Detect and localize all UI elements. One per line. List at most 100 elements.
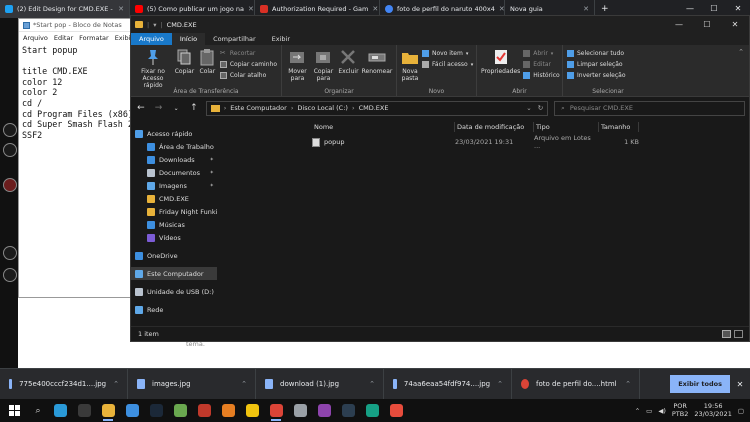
minimize-button[interactable]: —: [665, 16, 693, 33]
delete-button[interactable]: Excluir: [338, 48, 359, 75]
taskbar-app[interactable]: [216, 399, 240, 422]
tab-compartilhar[interactable]: Compartilhar: [205, 33, 264, 45]
taskbar-app[interactable]: [72, 399, 96, 422]
clear-selection-button[interactable]: Limpar seleção: [567, 60, 626, 69]
chevron-up-icon[interactable]: ⌃: [733, 45, 749, 96]
invert-selection-button[interactable]: Inverter seleção: [567, 71, 626, 80]
chevron-up-icon[interactable]: ⌃: [625, 380, 631, 388]
download-item[interactable]: images.jpg ⌃: [128, 368, 256, 400]
language-indicator[interactable]: POR PTB2: [672, 402, 689, 418]
maximize-button[interactable]: ☐: [693, 16, 721, 33]
breadcrumb-este-computador[interactable]: Este Computador: [230, 104, 287, 112]
taskbar-app[interactable]: [192, 399, 216, 422]
file-explorer-window[interactable]: | ▾ | CMD.EXE — ☐ ✕ Arquivo Início Compa…: [130, 15, 750, 342]
nav-item[interactable]: Friday Night Funkin: [131, 205, 217, 218]
search-icon[interactable]: ⌕: [28, 406, 48, 416]
close-tab-icon[interactable]: ✕: [118, 5, 124, 13]
breadcrumb-cmd-exe[interactable]: CMD.EXE: [359, 104, 389, 112]
close-tab-icon[interactable]: ✕: [248, 5, 254, 13]
network-icon[interactable]: ▭: [646, 407, 652, 415]
breadcrumb-disco-local[interactable]: Disco Local (C:): [297, 104, 348, 112]
tab-exibir[interactable]: Exibir: [264, 33, 298, 45]
up-button[interactable]: ↑: [188, 103, 200, 113]
nav-item[interactable]: Downloads ✦: [131, 153, 217, 166]
close-tab-icon[interactable]: ✕: [372, 5, 378, 13]
taskbar-app[interactable]: [288, 399, 312, 422]
chevron-up-icon[interactable]: ⌃: [497, 380, 503, 388]
notepad-titlebar[interactable]: *Start pop - Bloco de Notas: [19, 19, 131, 32]
recent-locations-button[interactable]: ⌄: [170, 105, 182, 112]
column-size[interactable]: Tamanho: [599, 122, 639, 132]
column-date[interactable]: Data de modificação: [455, 122, 534, 132]
column-name[interactable]: Nome: [312, 122, 455, 132]
forward-button[interactable]: →: [153, 103, 165, 113]
download-item[interactable]: download (1).jpg ⌃: [256, 368, 384, 400]
close-icon[interactable]: ✕: [730, 380, 750, 389]
taskbar-app[interactable]: [96, 399, 120, 422]
pin-icon[interactable]: ✦: [209, 170, 214, 176]
clock[interactable]: 19:56 23/03/2021: [694, 402, 731, 418]
download-item[interactable]: foto de perfil do....html ⌃: [512, 368, 640, 400]
pin-icon[interactable]: ✦: [209, 183, 214, 189]
paste-shortcut-button[interactable]: Colar atalho: [219, 71, 277, 80]
table-row[interactable]: popup 23/03/2021 19:31 Arquivo em Lotes …: [217, 134, 749, 150]
nav-item[interactable]: Imagens ✦: [131, 179, 217, 192]
pin-quick-access-button[interactable]: Fixar no Acesso rápido: [135, 48, 171, 89]
nav-item[interactable]: Unidade de USB (D:): [131, 285, 217, 298]
avatar[interactable]: [3, 178, 17, 192]
avatar[interactable]: [3, 246, 17, 260]
properties-button[interactable]: Propriedades: [481, 48, 520, 75]
notifications-icon[interactable]: ▢: [738, 407, 744, 415]
nav-item[interactable]: Acesso rápido: [131, 127, 217, 140]
copy-path-button[interactable]: Copiar caminho: [219, 60, 277, 69]
new-item-button[interactable]: Novo item ▾: [422, 49, 473, 58]
column-type[interactable]: Tipo: [534, 122, 599, 132]
large-icons-view-icon[interactable]: [734, 330, 743, 338]
notepad-window[interactable]: *Start pop - Bloco de Notas Arquivo Edit…: [18, 18, 133, 298]
chevron-up-icon[interactable]: ⌃: [369, 380, 375, 388]
search-input[interactable]: ⌕ Pesquisar CMD.EXE: [554, 100, 745, 116]
avatar[interactable]: [3, 143, 17, 157]
show-all-button[interactable]: Exibir todos: [670, 375, 730, 393]
rename-button[interactable]: Renomear: [362, 48, 392, 75]
nav-item[interactable]: OneDrive: [131, 249, 217, 262]
history-button[interactable]: Histórico: [523, 71, 560, 80]
move-to-button[interactable]: Mover para: [286, 48, 309, 82]
nav-item[interactable]: Área de Trabalho✦: [131, 140, 217, 153]
volume-icon[interactable]: ◀): [658, 407, 666, 415]
taskbar-app[interactable]: [48, 399, 72, 422]
taskbar-app[interactable]: [384, 399, 408, 422]
chevron-down-icon[interactable]: ⌄: [526, 104, 531, 112]
taskbar-app[interactable]: [360, 399, 384, 422]
notepad-text-area[interactable]: Start popup title CMD.EXE color 12 color…: [19, 43, 131, 295]
copy-button[interactable]: Copiar: [174, 48, 195, 75]
browser-tab[interactable]: (2) Edit Design for CMD.EXE - ✕: [0, 0, 130, 18]
cut-button[interactable]: ✂ Recortar: [220, 49, 277, 58]
details-view-icon[interactable]: [722, 330, 731, 338]
pin-icon[interactable]: ✦: [209, 157, 214, 163]
taskbar-app[interactable]: [336, 399, 360, 422]
download-item[interactable]: 74aa6eaa54fdf974....jpg ⌃: [384, 368, 512, 400]
close-tab-icon[interactable]: ✕: [499, 5, 504, 13]
avatar[interactable]: [3, 268, 17, 282]
menu-formatar[interactable]: Formatar: [79, 34, 109, 42]
taskbar-app[interactable]: [240, 399, 264, 422]
address-bar[interactable]: › Este Computador › Disco Local (C:) › C…: [205, 100, 549, 116]
taskbar-app[interactable]: [168, 399, 192, 422]
nav-item[interactable]: Músicas: [131, 218, 217, 231]
nav-item[interactable]: Rede: [131, 303, 217, 316]
easy-access-button[interactable]: Fácil acesso ▾: [422, 60, 473, 69]
new-folder-button[interactable]: Nova pasta: [401, 48, 419, 82]
menu-arquivo[interactable]: Arquivo: [23, 34, 48, 42]
back-button[interactable]: ←: [135, 103, 147, 113]
explorer-titlebar[interactable]: | ▾ | CMD.EXE — ☐ ✕: [131, 16, 749, 33]
tab-arquivo[interactable]: Arquivo: [131, 33, 172, 45]
nav-item[interactable]: CMD.EXE: [131, 192, 217, 205]
taskbar-app[interactable]: [264, 399, 288, 422]
select-all-button[interactable]: Selecionar tudo: [567, 49, 626, 58]
copy-to-button[interactable]: Copiar para: [312, 48, 335, 82]
chevron-up-icon[interactable]: ⌃: [635, 407, 640, 415]
chevron-up-icon[interactable]: ⌃: [113, 380, 119, 388]
open-button[interactable]: Abrir ▾: [523, 49, 559, 58]
taskbar-app[interactable]: [120, 399, 144, 422]
